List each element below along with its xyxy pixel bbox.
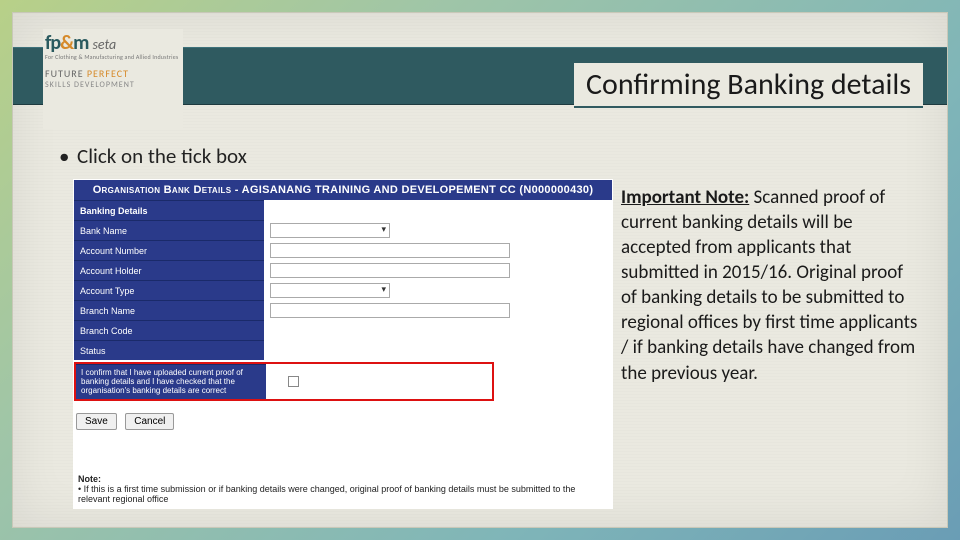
button-row: Save Cancel [74,411,612,430]
form-note: Note: • If this is a first time submissi… [78,474,608,504]
important-note: Important Note: Scanned proof of current… [621,185,921,386]
cancel-button[interactable]: Cancel [125,413,174,430]
logo-block: fp&mseta For Clothing & Manufacturing an… [43,29,183,129]
label-branch-name: Branch Name [74,300,264,320]
account-type-select[interactable] [270,283,390,298]
logo-future-perfect: FUTURE PERFECT [45,67,181,80]
label-account-holder: Account Holder [74,260,264,280]
form-header: Organisation Bank Details - AGISANANG TR… [74,180,612,200]
form-screenshot: Organisation Bank Details - AGISANANG TR… [73,179,613,509]
logo-small-text: For Clothing & Manufacturing and Allied … [45,53,181,61]
branch-name-input[interactable] [270,303,510,318]
section-heading: Banking Details [74,200,264,220]
instruction-bullet: Click on the tick box [77,143,247,169]
confirm-row-highlight: I confirm that I have uploaded current p… [74,362,494,401]
confirm-text: I confirm that I have uploaded current p… [76,364,266,399]
label-account-type: Account Type [74,280,264,300]
note-heading: Note: [78,474,608,484]
bank-name-select[interactable] [270,223,390,238]
logo-seta: seta [92,36,116,53]
label-status: Status [74,340,264,360]
label-account-number: Account Number [74,240,264,260]
confirm-checkbox[interactable] [288,376,299,387]
important-note-body: Scanned proof of current banking details… [621,186,917,385]
label-branch-code: Branch Code [74,320,264,340]
account-holder-input[interactable] [270,263,510,278]
label-bank-name: Bank Name [74,220,264,240]
save-button[interactable]: Save [76,413,117,430]
note-line: • If this is a first time submission or … [78,484,608,504]
logo-fp: fp&m [45,31,88,55]
account-number-input[interactable] [270,243,510,258]
important-note-heading: Important Note: [621,186,749,209]
slide: fp&mseta For Clothing & Manufacturing an… [12,12,948,528]
logo-skills: SKILLS DEVELOPMENT [45,80,181,90]
page-title: Confirming Banking details [574,61,923,108]
